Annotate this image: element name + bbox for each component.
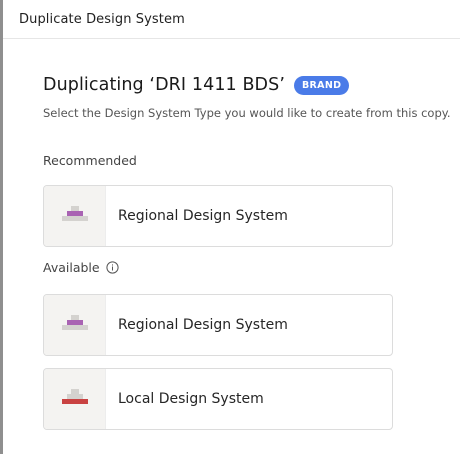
regional-pyramid-icon <box>61 206 88 221</box>
card-thumbnail <box>44 295 106 355</box>
local-pyramid-icon <box>61 389 88 404</box>
section-label-recommended: Recommended <box>43 153 137 168</box>
page-heading: Duplicating ‘DRI 1411 BDS’ <box>43 75 286 95</box>
duplicate-design-system-dialog: Duplicate Design System Duplicating ‘DRI… <box>3 0 460 454</box>
option-local-design-system[interactable]: Local Design System <box>43 368 393 430</box>
option-regional-design-system-recommended[interactable]: Regional Design System <box>43 185 393 247</box>
info-icon[interactable] <box>105 261 119 274</box>
regional-pyramid-icon <box>61 315 88 330</box>
option-label: Regional Design System <box>118 317 288 333</box>
section-label-available: Available <box>43 260 119 275</box>
recommended-label: Recommended <box>43 153 137 168</box>
heading-row: Duplicating ‘DRI 1411 BDS’ BRAND <box>43 75 350 95</box>
subtitle: Select the Design System Type you would … <box>43 106 451 120</box>
card-thumbnail <box>44 369 106 429</box>
option-regional-design-system[interactable]: Regional Design System <box>43 294 393 356</box>
brand-badge: BRAND <box>294 75 350 95</box>
available-label: Available <box>43 260 100 275</box>
dialog-title: Duplicate Design System <box>19 11 185 27</box>
option-label: Local Design System <box>118 391 264 407</box>
card-thumbnail <box>44 186 106 246</box>
option-label: Regional Design System <box>118 208 288 224</box>
dialog-header: Duplicate Design System <box>3 0 460 39</box>
